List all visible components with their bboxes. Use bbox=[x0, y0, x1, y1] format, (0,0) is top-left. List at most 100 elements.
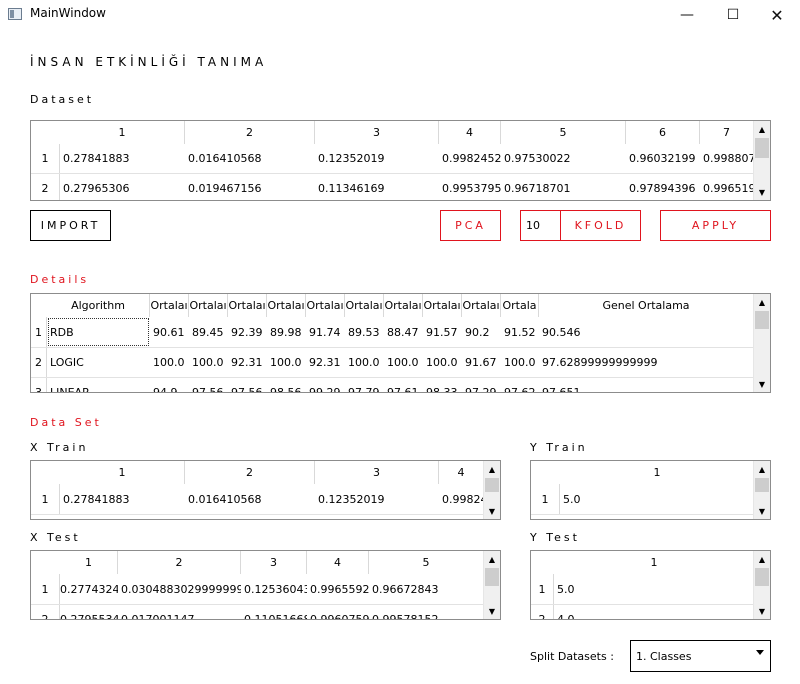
pca-button[interactable]: PCA bbox=[440, 210, 501, 241]
table-cell[interactable]: 100.0 bbox=[150, 348, 189, 377]
scroll-up-arrow-icon[interactable]: ▲ bbox=[484, 461, 500, 477]
scroll-down-arrow-icon[interactable]: ▼ bbox=[754, 503, 770, 519]
table-cell[interactable]: 91.52 bbox=[501, 317, 539, 347]
column-header[interactable]: 4 bbox=[307, 551, 369, 574]
table-cell[interactable]: 94.9 bbox=[150, 378, 189, 392]
table-cell[interactable]: 0.96032199 bbox=[626, 144, 700, 173]
column-header[interactable]: 5 bbox=[369, 551, 484, 574]
table-cell[interactable]: 89.53 bbox=[345, 317, 384, 347]
column-header[interactable]: Ortalaı bbox=[150, 294, 189, 317]
row-header[interactable]: 2 bbox=[31, 174, 60, 200]
scroll-down-arrow-icon[interactable]: ▼ bbox=[754, 184, 770, 200]
row-header[interactable]: 1 bbox=[31, 144, 60, 173]
table-cell[interactable]: LINEAR bbox=[47, 378, 150, 392]
table-cell[interactable]: 4.0 bbox=[554, 605, 754, 620]
table-cell[interactable]: 97.56 bbox=[189, 378, 228, 392]
scroll-down-arrow-icon[interactable]: ▼ bbox=[484, 603, 500, 619]
table-cell[interactable]: 0.97894396 bbox=[626, 174, 700, 200]
column-header[interactable]: 2 bbox=[185, 461, 315, 484]
column-header[interactable]: Ortalaı bbox=[384, 294, 423, 317]
table-cell[interactable]: 0.11346169 bbox=[315, 174, 439, 200]
table-cell[interactable]: 0.996519 bbox=[700, 174, 754, 200]
scroll-up-arrow-icon[interactable]: ▲ bbox=[754, 121, 770, 137]
column-header[interactable]: 6 bbox=[626, 121, 700, 144]
table-cell[interactable]: 5.0 bbox=[554, 574, 754, 604]
table-cell[interactable]: 90.2 bbox=[462, 317, 501, 347]
column-header[interactable]: 4 bbox=[439, 121, 501, 144]
column-header[interactable]: Ortalaı bbox=[228, 294, 267, 317]
scroll-down-arrow-icon[interactable]: ▼ bbox=[754, 376, 770, 392]
table-cell[interactable]: 0.99607594 bbox=[307, 605, 369, 620]
row-header[interactable]: 1 bbox=[531, 484, 560, 514]
column-header[interactable]: Ortalaı bbox=[345, 294, 384, 317]
table-cell[interactable]: 0.99578152 bbox=[369, 605, 484, 620]
column-header[interactable]: 5 bbox=[501, 121, 626, 144]
table-cell[interactable]: 92.31 bbox=[228, 348, 267, 377]
vertical-scrollbar[interactable]: ▲ ▼ bbox=[753, 121, 770, 200]
kfold-value-input[interactable]: 10 bbox=[521, 211, 561, 240]
chevron-down-icon[interactable] bbox=[756, 650, 764, 655]
row-header[interactable]: 1 bbox=[531, 574, 554, 604]
column-header[interactable]: Ortalaı bbox=[423, 294, 462, 317]
table-cell[interactable]: 0.019467156 bbox=[185, 174, 315, 200]
table-cell[interactable]: 0.99655926 bbox=[307, 574, 369, 604]
column-header[interactable]: Ortalaı bbox=[189, 294, 228, 317]
table-cell[interactable]: 0.99824528 bbox=[439, 144, 501, 173]
table-cell[interactable]: 100.0 bbox=[189, 348, 228, 377]
table-cell[interactable]: 0.96718701 bbox=[501, 174, 626, 200]
table-cell[interactable]: 92.39 bbox=[228, 317, 267, 347]
maximize-button[interactable]: ☐ bbox=[710, 0, 756, 30]
column-header[interactable]: 3 bbox=[315, 121, 439, 144]
y-train-table[interactable]: 1 1 5.0 ▲ ▼ bbox=[530, 460, 771, 520]
table-cell[interactable]: 100.0 bbox=[345, 348, 384, 377]
table-cell[interactable]: 97.62899999999999 bbox=[539, 348, 754, 377]
table-cell[interactable]: 92.31 bbox=[306, 348, 345, 377]
apply-button[interactable]: APPLY bbox=[660, 210, 771, 241]
x-train-table[interactable]: 1 2 3 4 1 0.27841883 0.016410568 0.12352… bbox=[30, 460, 501, 520]
column-header[interactable]: 1 bbox=[60, 461, 185, 484]
table-cell[interactable]: 0.27965306 bbox=[60, 174, 185, 200]
table-cell[interactable]: 0.11051668 bbox=[241, 605, 307, 620]
column-header[interactable]: Ortala bbox=[501, 294, 539, 317]
scroll-up-arrow-icon[interactable]: ▲ bbox=[754, 294, 770, 310]
table-cell[interactable]: 0.97530022 bbox=[501, 144, 626, 173]
table-cell[interactable]: 0.017001147 bbox=[118, 605, 241, 620]
column-header[interactable]: 7 bbox=[700, 121, 754, 144]
column-header[interactable]: 1 bbox=[60, 551, 118, 574]
column-header[interactable]: Genel Ortalama bbox=[539, 294, 754, 317]
scroll-down-arrow-icon[interactable]: ▼ bbox=[484, 503, 500, 519]
table-cell[interactable]: LOGIC bbox=[47, 348, 150, 377]
dataset-table[interactable]: 1 2 3 4 5 6 7 1 0.27841883 0.016410568 0… bbox=[30, 120, 771, 201]
vertical-scrollbar[interactable]: ▲ ▼ bbox=[753, 294, 770, 392]
column-header[interactable]: Ortalaı bbox=[306, 294, 345, 317]
table-cell[interactable]: 0.998807 bbox=[700, 144, 754, 173]
table-cell[interactable]: 99.29 bbox=[306, 378, 345, 392]
column-header[interactable]: Ortalaı bbox=[462, 294, 501, 317]
vertical-scrollbar[interactable]: ▲ ▼ bbox=[483, 461, 500, 519]
table-cell[interactable]: 90.61 bbox=[150, 317, 189, 347]
vertical-scrollbar[interactable]: ▲ ▼ bbox=[483, 551, 500, 619]
scroll-thumb[interactable] bbox=[485, 478, 499, 492]
column-header[interactable]: 3 bbox=[241, 551, 307, 574]
column-header[interactable]: 1 bbox=[560, 461, 754, 484]
column-header[interactable]: Ortalaı bbox=[267, 294, 306, 317]
table-cell[interactable]: 0.27841883 bbox=[60, 144, 185, 173]
table-cell[interactable]: 97.651 bbox=[539, 378, 754, 392]
table-cell[interactable]: 100.0 bbox=[423, 348, 462, 377]
close-button[interactable]: ✕ bbox=[754, 0, 800, 30]
table-cell[interactable]: 0.27841883 bbox=[60, 484, 185, 514]
column-header[interactable]: 1 bbox=[554, 551, 754, 574]
table-cell[interactable]: 97.62 bbox=[501, 378, 539, 392]
column-header[interactable]: 2 bbox=[185, 121, 315, 144]
row-header[interactable]: 2 bbox=[31, 605, 60, 619]
table-cell[interactable]: 89.45 bbox=[189, 317, 228, 347]
table-cell[interactable]: 0.016410568 bbox=[185, 144, 315, 173]
table-cell[interactable]: 0.030488302999999998 bbox=[118, 574, 241, 604]
scroll-thumb[interactable] bbox=[755, 478, 769, 492]
column-header[interactable]: 3 bbox=[315, 461, 439, 484]
scroll-up-arrow-icon[interactable]: ▲ bbox=[484, 551, 500, 567]
table-cell[interactable]: 0.998245 bbox=[439, 484, 484, 514]
column-header[interactable]: 4 bbox=[439, 461, 484, 484]
minimize-button[interactable]: — bbox=[664, 0, 710, 30]
row-header[interactable]: 1 bbox=[31, 484, 60, 514]
